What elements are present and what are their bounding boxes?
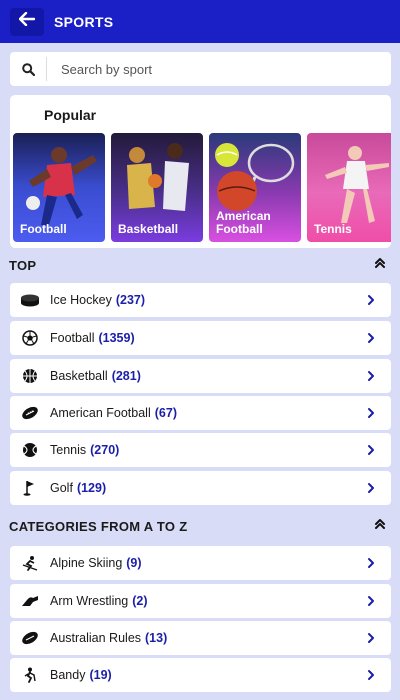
item-count: (13) — [145, 631, 168, 645]
section-header-top[interactable]: TOP — [0, 251, 400, 279]
item-name: Football — [50, 331, 95, 345]
item-count: (129) — [76, 481, 107, 495]
basketball-icon — [10, 368, 50, 384]
arrow-left-icon — [18, 11, 36, 31]
list-item[interactable]: Basketball (281) — [10, 359, 391, 393]
popular-title: Popular — [44, 107, 97, 123]
list-item[interactable]: Ice Hockey (237) — [10, 283, 391, 317]
item-name: American Football — [50, 406, 151, 420]
popular-card-label: Basketball — [118, 222, 179, 236]
tennis-ball-icon — [10, 442, 50, 458]
item-count: (19) — [89, 668, 112, 682]
popular-panel: Popular Football Basketball American Foo… — [10, 95, 391, 248]
item-name: Basketball — [50, 369, 108, 383]
popular-card-basketball[interactable]: Basketball — [111, 133, 203, 242]
chevron-right-icon — [367, 294, 375, 306]
double-chevron-up-icon[interactable] — [374, 256, 386, 274]
chevron-right-icon — [367, 557, 375, 569]
item-name: Arm Wrestling — [50, 594, 129, 608]
search-icon — [10, 62, 46, 76]
item-name: Golf — [50, 481, 73, 495]
item-count: (281) — [111, 369, 141, 383]
item-name: Alpine Skiing — [50, 556, 123, 570]
popular-cards: Football Basketball American Football Te… — [13, 133, 391, 242]
chevron-right-icon — [367, 632, 375, 644]
arm-wrestling-icon — [10, 594, 50, 608]
chevron-right-icon — [367, 407, 375, 419]
list-item[interactable]: Arm Wrestling (2) — [10, 584, 391, 618]
chevron-right-icon — [367, 595, 375, 607]
popular-card-american-football[interactable]: American Football — [209, 133, 301, 242]
chevron-right-icon — [367, 332, 375, 344]
chevron-right-icon — [367, 482, 375, 494]
page-title: SPORTS — [54, 13, 114, 30]
popular-card-football[interactable]: Football — [13, 133, 105, 242]
bandy-player-icon — [10, 667, 50, 683]
section-title: CATEGORIES FROM A TO Z — [9, 518, 188, 534]
australian-rules-ball-icon — [10, 631, 50, 645]
item-name: Ice Hockey — [50, 293, 112, 307]
app-header: SPORTS — [0, 0, 400, 43]
item-count: (2) — [132, 594, 148, 608]
skiing-icon — [10, 555, 50, 571]
list-item[interactable]: Tennis (270) — [10, 433, 391, 467]
double-chevron-up-icon[interactable] — [374, 517, 386, 535]
popular-card-label: American Football — [216, 209, 271, 236]
item-count: (237) — [115, 293, 146, 307]
item-name: Australian Rules — [50, 631, 142, 645]
item-count: (1359) — [98, 331, 135, 345]
ice-hockey-puck-icon — [10, 293, 50, 307]
soccer-ball-icon — [10, 330, 50, 346]
list-item[interactable]: American Football (67) — [10, 396, 391, 430]
list-item[interactable]: Australian Rules (13) — [10, 621, 391, 655]
list-item[interactable]: Bandy (19) — [10, 658, 391, 692]
popular-card-tennis[interactable]: Tennis — [307, 133, 391, 242]
popular-card-label: Football — [20, 222, 67, 236]
popular-card-label: Tennis — [314, 222, 352, 236]
list-item[interactable]: Football (1359) — [10, 321, 391, 355]
back-button[interactable] — [10, 7, 44, 36]
chevron-right-icon — [367, 669, 375, 681]
chevron-right-icon — [367, 370, 375, 382]
search-input[interactable] — [47, 61, 391, 77]
item-name: Bandy — [50, 668, 86, 682]
golf-flag-icon — [10, 480, 50, 496]
item-name: Tennis — [50, 443, 87, 457]
american-football-icon — [10, 406, 50, 420]
item-count: (67) — [154, 406, 177, 420]
item-count: (270) — [90, 443, 120, 457]
list-item[interactable]: Alpine Skiing (9) — [10, 546, 391, 580]
search-bar — [10, 52, 391, 86]
item-count: (9) — [126, 556, 142, 570]
section-header-categories[interactable]: CATEGORIES FROM A TO Z — [0, 512, 400, 540]
list-item[interactable]: Golf (129) — [10, 471, 391, 505]
chevron-right-icon — [367, 444, 375, 456]
section-title: TOP — [9, 257, 37, 273]
